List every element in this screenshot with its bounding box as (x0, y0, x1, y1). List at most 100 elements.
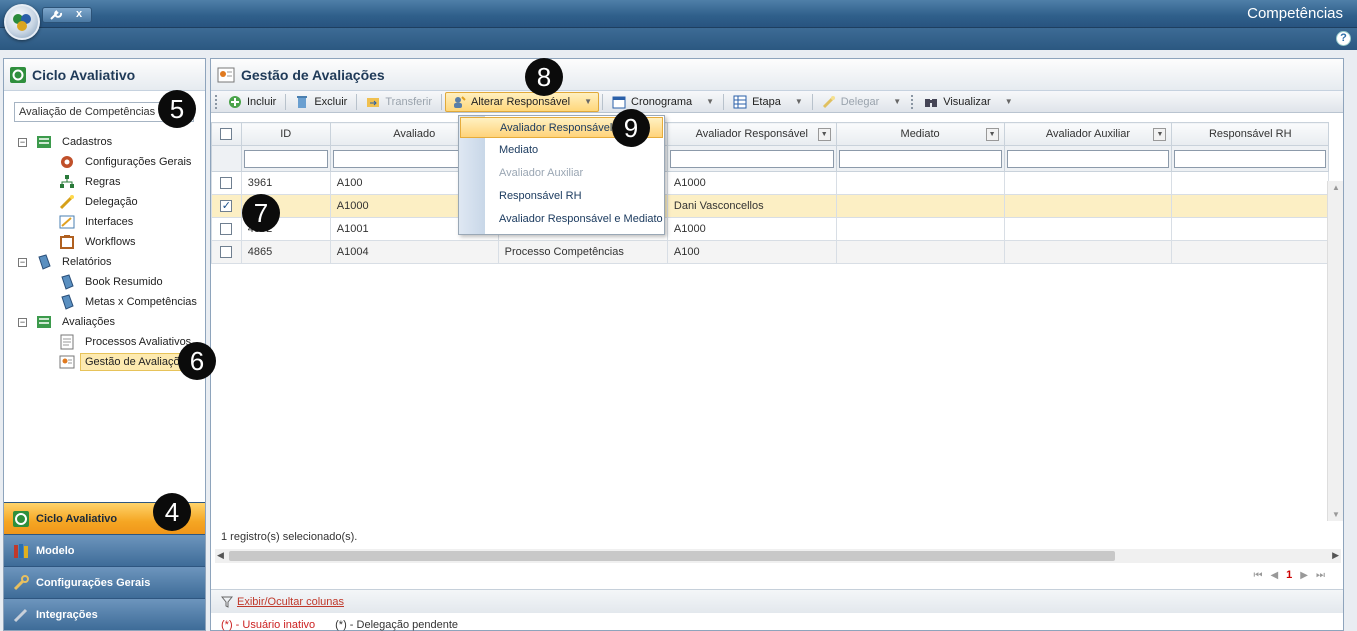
delegar-button[interactable]: Delegar ▼ (816, 92, 907, 112)
column-header-responsavel-rh[interactable]: Responsável RH (1171, 122, 1329, 146)
nav-configuracoes-gerais[interactable]: Configurações Gerais (4, 566, 205, 598)
select-all-checkbox[interactable] (220, 128, 233, 141)
ciclo-icon (10, 66, 26, 83)
book-icon (61, 294, 74, 310)
tree-item-processos-avaliativos[interactable]: Processos Avaliativos (14, 332, 204, 352)
nav-integracoes[interactable]: Integrações (4, 598, 205, 630)
table-row[interactable]: ✓ A1000 Dani Vasconcellos (211, 194, 1329, 218)
row-checkbox[interactable] (220, 177, 233, 190)
filter-input-auxiliar[interactable] (1006, 149, 1170, 168)
filter-cell (666, 145, 837, 172)
tree-item-configuracoes-gerais[interactable]: Configurações Gerais (14, 152, 204, 172)
alterar-responsavel-button[interactable]: Alterar Responsável ▼ (445, 91, 599, 112)
filter-cell (1003, 145, 1173, 172)
legend: (*) - Usuário inativo (*) - Delegação pe… (221, 619, 458, 631)
column-dropdown-icon[interactable]: ▼ (985, 128, 999, 141)
callout-badge-6: 6 (178, 342, 216, 380)
trash-icon (297, 95, 308, 108)
main-panel-header: Gestão de Avaliações (211, 59, 1343, 91)
scroll-up-icon[interactable]: ▲ (1332, 183, 1340, 192)
transferir-button[interactable]: Transferir (360, 92, 438, 112)
calendar-icon (612, 96, 626, 108)
close-tab-icon[interactable]: x (76, 8, 82, 20)
filter-input-rh[interactable] (1174, 149, 1326, 168)
prev-page-icon[interactable]: ◀ (1270, 570, 1278, 581)
row-checkbox[interactable] (220, 223, 233, 236)
etapa-button[interactable]: Etapa ▼ (727, 92, 809, 112)
tools-tab[interactable]: x (42, 7, 92, 23)
tree-item-interfaces[interactable]: Interfaces (14, 212, 204, 232)
menu-item-avaliador-auxiliar[interactable]: Avaliador Auxiliar (459, 162, 664, 185)
filter-input-mediato[interactable] (838, 149, 1002, 168)
toolbar-separator (602, 93, 603, 110)
scroll-down-icon[interactable]: ▼ (1332, 510, 1340, 519)
tree-item-avaliacoes[interactable]: − Avaliações (14, 312, 204, 332)
top-bar (0, 0, 1357, 28)
nav-tree: − Cadastros Configurações Gerais Regras … (14, 132, 204, 372)
wrench-icon (13, 574, 29, 590)
table-row[interactable]: 3961 A100 A1000 (211, 171, 1329, 195)
help-icon[interactable]: ? (1336, 31, 1351, 46)
tree-item-gestao-avaliacoes[interactable]: Gestão de Avaliações (14, 352, 204, 372)
nav-modelo[interactable]: Modelo (4, 534, 205, 566)
incluir-button[interactable]: Incluir (222, 92, 282, 112)
select-all-header[interactable] (211, 122, 242, 146)
scroll-left-icon[interactable]: ◀ (217, 550, 224, 561)
vertical-scrollbar[interactable]: ▲ ▼ (1327, 181, 1343, 521)
tree-item-workflows[interactable]: Workflows (14, 232, 204, 252)
chevron-down-icon: ▼ (706, 97, 715, 106)
gear-icon (61, 156, 73, 168)
chevron-down-icon: ▼ (1004, 97, 1013, 106)
current-page[interactable]: 1 (1286, 569, 1292, 581)
filter-input-id[interactable] (243, 149, 328, 168)
scroll-right-icon[interactable]: ▶ (1332, 550, 1339, 561)
menu-item-avaliador-e-mediato[interactable]: Avaliador Responsável e Mediato (459, 208, 664, 231)
grid-header-row: ID Avaliado Avaliador Responsável ▼ Media… (211, 122, 1329, 146)
callout-badge-7: 7 (242, 194, 280, 232)
column-dropdown-icon[interactable]: ▼ (817, 128, 831, 141)
tree-item-book-resumido[interactable]: Book Resumido (14, 272, 204, 292)
toggle-columns-link[interactable]: Exibir/Ocultar colunas (237, 596, 344, 608)
first-page-icon[interactable]: ⏮ (1253, 570, 1262, 581)
left-panel-header: Ciclo Avaliativo (4, 59, 205, 91)
column-header-mediato[interactable]: Mediato ▼ (835, 122, 1005, 146)
tree-item-relatorios[interactable]: − Relatórios (14, 252, 204, 272)
collapse-icon[interactable]: − (18, 257, 27, 267)
tree-item-delegacao[interactable]: Delegação (14, 192, 204, 212)
gestao-icon (59, 355, 75, 369)
scrollbar-thumb[interactable] (229, 551, 1115, 561)
last-page-icon[interactable]: ⏭ (1316, 570, 1325, 581)
books-icon (14, 543, 28, 558)
table-row[interactable]: 4865 A1004 Processo Competências A100 (211, 240, 1329, 264)
excluir-button[interactable]: Excluir (289, 92, 353, 112)
filter-input-avaliador[interactable] (669, 149, 834, 168)
app-logo-icon[interactable] (4, 4, 40, 40)
column-dropdown-icon[interactable]: ▼ (1153, 128, 1167, 141)
menu-item-responsavel-rh[interactable]: Responsável RH (459, 185, 664, 208)
next-page-icon[interactable]: ▶ (1300, 570, 1308, 581)
column-header-avaliador-responsavel[interactable]: Avaliador Responsável ▼ (666, 122, 837, 146)
row-checkbox[interactable] (220, 246, 233, 259)
column-header-avaliador-auxiliar[interactable]: Avaliador Auxiliar ▼ (1003, 122, 1173, 146)
toolbar-separator (723, 93, 725, 110)
row-checkbox-checked[interactable]: ✓ (220, 200, 233, 213)
tree-item-regras[interactable]: Regras (14, 172, 204, 192)
page-title: Gestão de Avaliações (241, 66, 385, 83)
add-icon (229, 95, 241, 108)
tree-item-cadastros[interactable]: − Cadastros (14, 132, 204, 152)
cronograma-button[interactable]: Cronograma ▼ (606, 92, 720, 112)
collapse-icon[interactable]: − (18, 137, 27, 147)
plug-icon (13, 608, 28, 622)
visualizar-button[interactable]: Visualizar ▼ (918, 92, 1018, 112)
horizontal-scrollbar[interactable]: ◀ ▶ (215, 549, 1341, 563)
tree-item-metas-competencias[interactable]: Metas x Competências (14, 292, 204, 312)
column-header-id[interactable]: ID (240, 122, 331, 146)
table-row[interactable]: 4862 A1001 Teste A1000 (211, 217, 1329, 241)
wrench-icon (50, 10, 63, 20)
data-grid: ID Avaliado Avaliador Responsável ▼ Media… (211, 122, 1329, 264)
table-green-icon (37, 136, 51, 148)
collapse-icon[interactable]: − (18, 317, 27, 327)
document-icon (60, 334, 74, 350)
grid-footer: Exibir/Ocultar colunas (211, 589, 1343, 613)
hierarchy-icon (60, 175, 74, 188)
